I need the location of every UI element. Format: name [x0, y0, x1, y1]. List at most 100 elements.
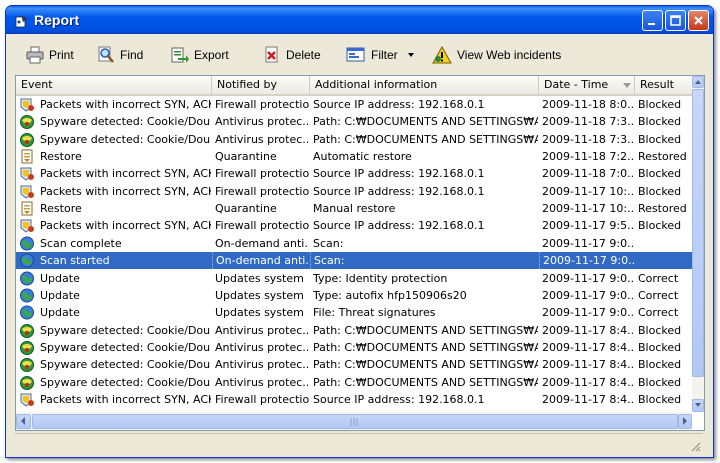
list-header: Event Notified by Additional information…: [16, 76, 692, 96]
spyware-icon: [19, 340, 35, 356]
export-icon: [171, 47, 189, 63]
event-cell: Packets with incorrect SYN, ACK...: [16, 217, 211, 234]
event-text: Spyware detected: Cookie/Dou...: [40, 340, 211, 354]
result-cell: Correct: [638, 306, 679, 320]
notified-by-cell: Updates system: [215, 306, 304, 320]
table-row[interactable]: Packets with incorrect SYN, ACK... Firewa…: [16, 217, 692, 234]
minimize-button[interactable]: [642, 10, 663, 31]
sort-descending-icon: [623, 83, 631, 88]
scroll-down-button[interactable]: [692, 399, 704, 412]
column-header-result[interactable]: Result: [635, 76, 692, 94]
table-row[interactable]: Spyware detected: Cookie/Dou... Antivirus…: [16, 131, 692, 148]
print-button[interactable]: Print: [26, 44, 74, 66]
table-row[interactable]: Packets with incorrect SYN, ACK... Firewa…: [16, 391, 692, 408]
additional-info-cell: Source IP address: 192.168.0.1: [313, 392, 485, 406]
warning-icon: [432, 46, 452, 64]
date-time-cell: 2009-11-18 7:2...: [542, 150, 634, 164]
table-row[interactable]: Update Updates system File: Threat signatu…: [16, 304, 692, 321]
delete-label: Delete: [286, 48, 321, 62]
horizontal-scroll-thumb[interactable]: [32, 414, 678, 429]
table-row[interactable]: Packets with incorrect SYN, ACK... Firewa…: [16, 183, 692, 200]
report-window: Report Print Find Export Delete Filter V…: [5, 5, 714, 458]
window-title: Report: [34, 12, 80, 28]
column-header-date-time[interactable]: Date - Time: [539, 76, 635, 94]
table-row[interactable]: Restore Quarantine Automatic restore 2009-1…: [16, 148, 692, 165]
date-time-cell: 2009-11-18 7:3...: [542, 115, 634, 129]
title-bar[interactable]: Report: [6, 6, 713, 34]
date-time-cell: 2009-11-17 9:0...: [539, 252, 634, 270]
event-cell: Packets with incorrect SYN, ACK...: [16, 96, 211, 113]
event-text: Spyware detected: Cookie/Dou...: [40, 375, 211, 389]
close-icon: [694, 16, 703, 25]
filter-button[interactable]: Filter: [346, 44, 423, 66]
scroll-left-button[interactable]: [16, 414, 31, 429]
close-button[interactable]: [688, 10, 709, 31]
event-text: Packets with incorrect SYN, ACK...: [40, 184, 211, 198]
column-header-additional-information[interactable]: Additional information: [310, 76, 539, 94]
report-list[interactable]: Event Notified by Additional information…: [15, 75, 705, 431]
additional-info-cell: Source IP address: 192.168.0.1: [313, 167, 485, 181]
additional-info-cell: Path: C:₩DOCUMENTS AND SETTINGS₩AD...: [313, 323, 538, 337]
find-button[interactable]: Find: [97, 44, 143, 66]
delete-button[interactable]: Delete: [263, 44, 321, 66]
date-time-cell: 2009-11-17 9:0...: [542, 306, 634, 320]
maximize-button[interactable]: [665, 10, 686, 31]
table-row[interactable]: Update Updates system Type: autofix hfp150…: [16, 287, 692, 304]
table-row[interactable]: Scan complete On-demand anti... Scan: 2009-…: [16, 235, 692, 252]
date-time-cell: 2009-11-17 9:0...: [542, 288, 634, 302]
result-cell: Blocked: [638, 340, 682, 354]
minimize-icon: [648, 23, 655, 25]
scroll-up-button[interactable]: [692, 76, 704, 88]
scroll-grip-icon: [350, 418, 358, 426]
find-label: Find: [120, 48, 144, 62]
scroll-right-button[interactable]: [678, 414, 692, 429]
spyware-icon: [19, 375, 35, 391]
notified-by-cell: Firewall protection: [215, 167, 309, 181]
date-time-cell: 2009-11-17 8:4...: [542, 392, 634, 406]
notified-by-cell: Antivirus protec...: [215, 340, 309, 354]
event-text: Spyware detected: Cookie/Dou...: [40, 358, 211, 372]
table-row[interactable]: Packets with incorrect SYN, ACK... Firewa…: [16, 165, 692, 182]
event-text: Spyware detected: Cookie/Dou...: [40, 115, 211, 129]
event-cell: Spyware detected: Cookie/Dou...: [16, 131, 211, 148]
event-cell: Packets with incorrect SYN, ACK...: [16, 165, 211, 182]
event-cell: Restore: [16, 148, 211, 165]
table-row[interactable]: Spyware detected: Cookie/Dou... Antivirus…: [16, 113, 692, 130]
arrow-down-icon: [695, 403, 701, 407]
additional-info-cell: Path: C:₩DOCUMENTS AND SETTINGS₩AD...: [313, 358, 538, 372]
resize-grip-icon[interactable]: [689, 440, 701, 452]
view-web-incidents-button[interactable]: View Web incidents: [432, 44, 561, 66]
additional-info-cell: Type: Identity protection: [313, 271, 448, 285]
firewall-shield-icon: [19, 184, 35, 200]
notified-by-cell: On-demand anti...: [215, 236, 309, 250]
table-row[interactable]: Spyware detected: Cookie/Dou... Antivirus…: [16, 322, 692, 339]
table-row[interactable]: Spyware detected: Cookie/Dou... Antivirus…: [16, 339, 692, 356]
result-cell: Blocked: [638, 219, 682, 233]
export-button[interactable]: Export: [169, 44, 229, 66]
table-row[interactable]: Spyware detected: Cookie/Dou... Antivirus…: [16, 374, 692, 391]
column-header-event[interactable]: Event: [16, 76, 212, 94]
column-header-notified-by[interactable]: Notified by: [212, 76, 310, 94]
vertical-scroll-thumb[interactable]: [692, 89, 704, 377]
globe-icon: [19, 305, 35, 321]
additional-info-cell: Manual restore: [313, 202, 396, 216]
table-row[interactable]: Packets with incorrect SYN, ACK... Firewa…: [16, 96, 692, 113]
additional-info-cell: Scan:: [310, 252, 538, 270]
date-time-cell: 2009-11-17 8:4...: [542, 375, 634, 389]
additional-info-cell: File: Threat signatures: [313, 306, 436, 320]
table-row[interactable]: Spyware detected: Cookie/Dou... Antivirus…: [16, 356, 692, 373]
date-time-cell: 2009-11-17 8:4...: [542, 323, 634, 337]
table-row[interactable]: Scan started On-demand anti... Scan: 2009-1…: [16, 252, 692, 270]
event-text: Scan complete: [40, 236, 122, 250]
notified-by-cell: Firewall protection: [215, 184, 309, 198]
table-row[interactable]: Update Updates system Type: Identity prote…: [16, 270, 692, 287]
event-cell: Update: [16, 287, 211, 304]
table-row[interactable]: Restore Quarantine Manual restore 2009-11-1…: [16, 200, 692, 217]
firewall-shield-icon: [19, 392, 35, 408]
vertical-scrollbar[interactable]: [692, 76, 704, 412]
horizontal-scrollbar[interactable]: [16, 412, 692, 430]
notified-by-cell: Antivirus protec...: [215, 132, 309, 146]
export-label: Export: [194, 48, 229, 62]
event-cell: Spyware detected: Cookie/Dou...: [16, 356, 211, 373]
notified-by-cell: Firewall protection: [215, 98, 309, 111]
